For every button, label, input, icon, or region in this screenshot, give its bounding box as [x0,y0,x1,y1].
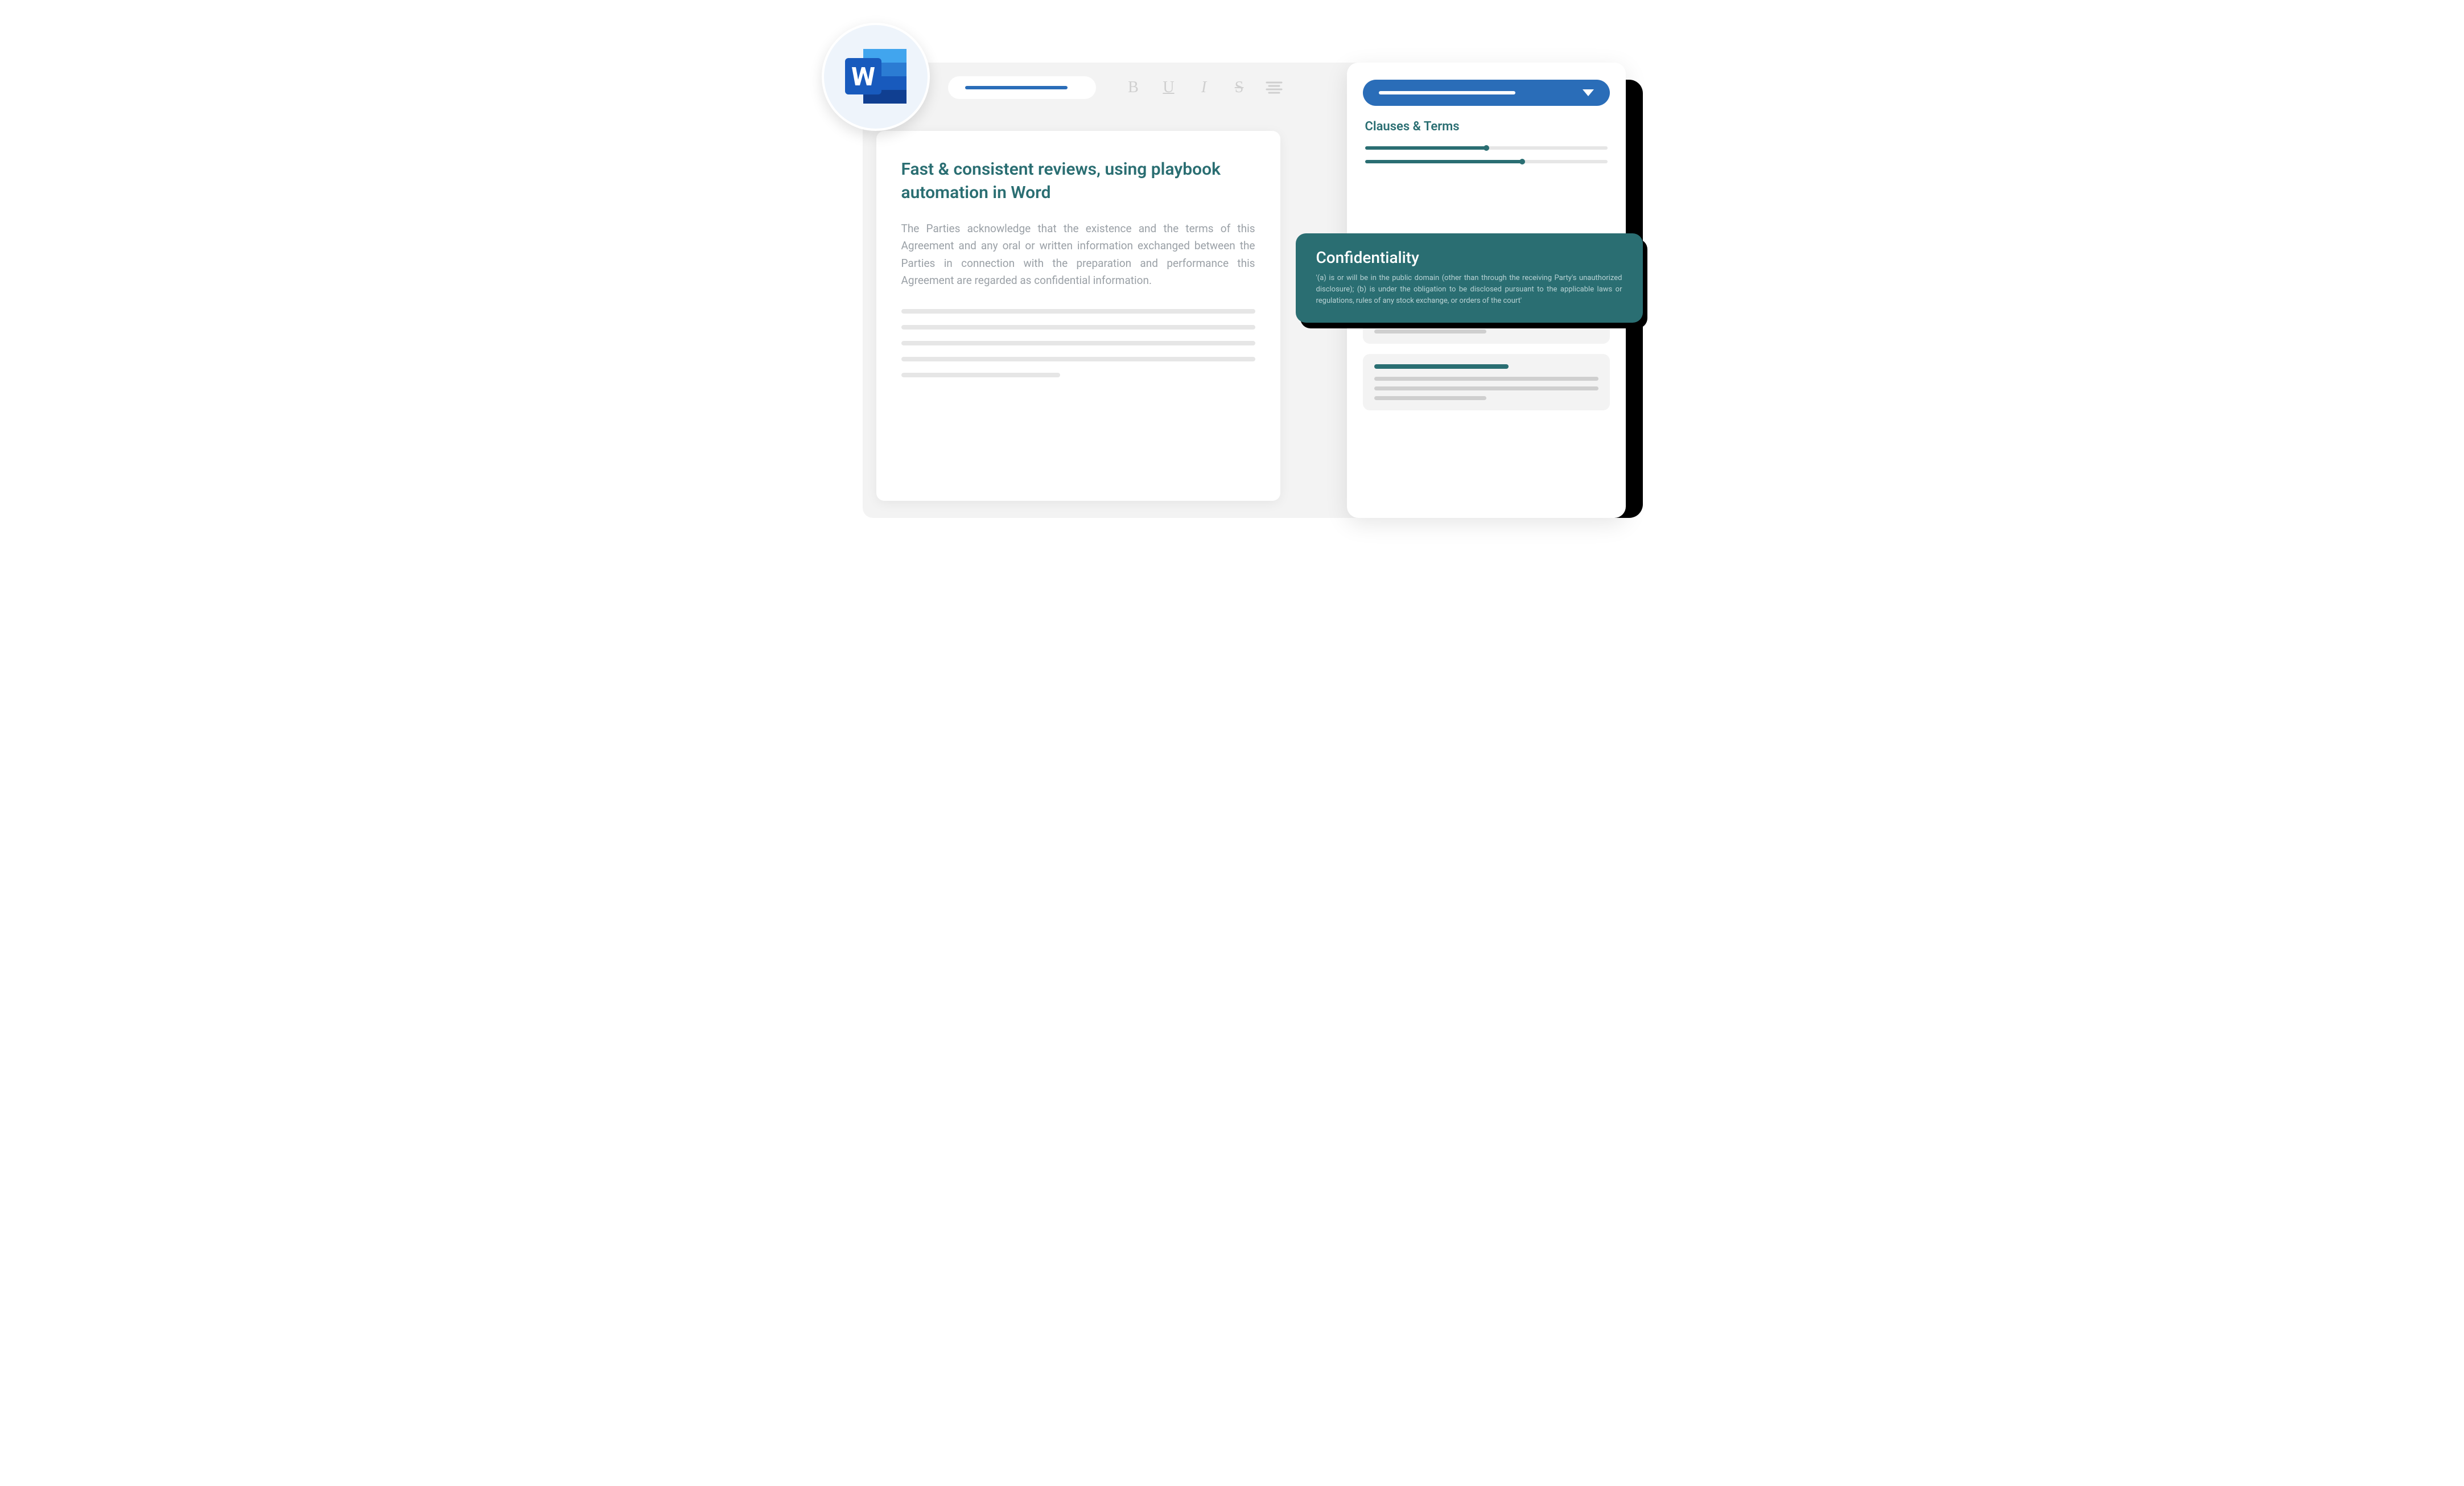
sidebar-section-title: Clauses & Terms [1365,120,1608,134]
document-page[interactable]: Fast & consistent reviews, using playboo… [876,131,1280,501]
clause-slider-2[interactable] [1363,160,1610,163]
chevron-down-icon [1583,89,1594,96]
clause-card-2[interactable] [1363,354,1610,410]
document-skeleton [901,309,1255,377]
format-buttons: B U I S [1124,79,1283,97]
document-title: Fast & consistent reviews, using playboo… [901,158,1255,204]
clause-card-title [1374,364,1509,369]
underline-button[interactable]: U [1160,79,1178,97]
strikethrough-button[interactable]: S [1230,79,1249,97]
document-name-placeholder [965,86,1068,89]
callout-body: '(a) is or will be in the public domain … [1316,273,1622,307]
dropdown-label-placeholder [1379,91,1515,94]
playbook-dropdown[interactable] [1363,80,1610,106]
app-canvas: B U I S Fast & consistent reviews, using… [822,23,1643,518]
confidentiality-callout[interactable]: Confidentiality '(a) is or will be in th… [1296,233,1643,323]
callout-title: Confidentiality [1316,248,1622,267]
italic-button[interactable]: I [1195,79,1213,97]
word-icon [842,46,910,108]
align-icon[interactable] [1266,81,1283,94]
document-body: The Parties acknowledge that the existen… [901,220,1255,290]
word-app-badge [822,23,930,131]
clause-slider-1[interactable] [1363,146,1610,150]
document-name-pill[interactable] [948,76,1096,99]
bold-button[interactable]: B [1124,79,1143,97]
